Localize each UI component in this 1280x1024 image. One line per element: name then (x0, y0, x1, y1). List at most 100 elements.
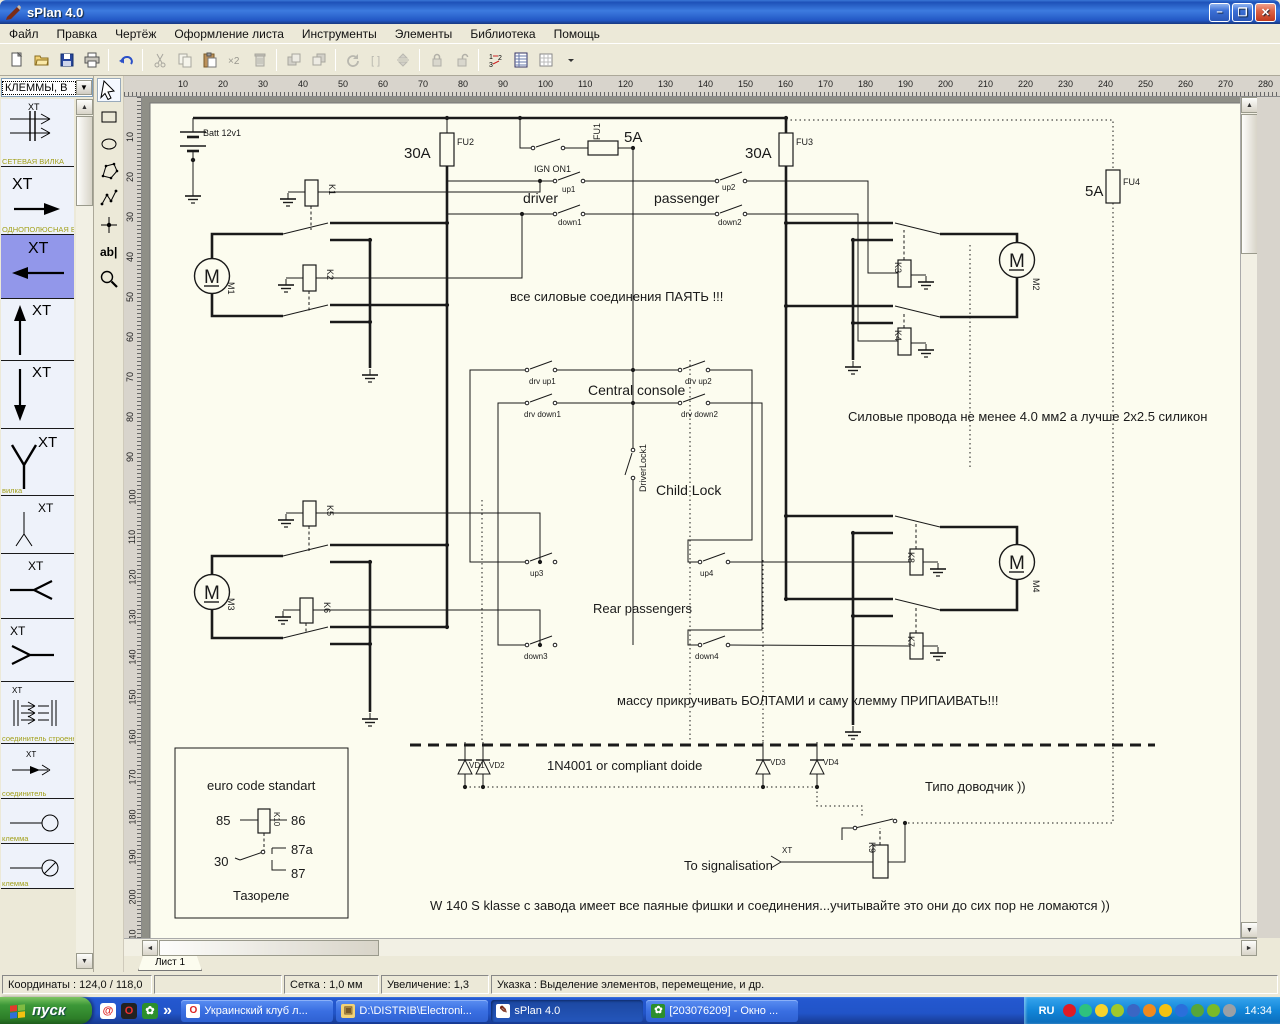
menu-item-4[interactable]: Оформление листа (165, 25, 293, 43)
windows-tray[interactable] (1127, 1004, 1140, 1017)
text-tool[interactable]: ab| (97, 240, 121, 264)
copy-button[interactable] (172, 48, 197, 72)
task-button-opera[interactable]: OУкраинский клуб л... (181, 1000, 333, 1022)
library-item-fork-small[interactable]: XT (1, 496, 74, 554)
library-item-terminal-circle[interactable]: клемма (1, 799, 74, 844)
toolbar: ×2 [ ] 123 (0, 44, 1280, 76)
rectangle-tool[interactable] (97, 105, 121, 129)
delete-button[interactable] (247, 48, 272, 72)
task-button-folder[interactable]: ▣D:\DISTRIB\Electroni... (336, 1000, 488, 1022)
opera-tray[interactable] (1063, 1004, 1076, 1017)
duplicate-button[interactable]: ×2 (222, 48, 247, 72)
close-button[interactable]: ✕ (1255, 3, 1276, 22)
scroll-down-icon[interactable]: ▼ (76, 953, 93, 969)
scroll-thumb[interactable] (1241, 114, 1258, 254)
print-button[interactable] (79, 48, 104, 72)
library-item-arrow-down[interactable]: XT (1, 361, 74, 429)
open-button[interactable] (29, 48, 54, 72)
quick-launch-overflow[interactable]: » (163, 1002, 172, 1020)
task-button-splan[interactable]: ✎sPlan 4.0 (491, 1000, 643, 1022)
scroll-thumb[interactable] (76, 116, 93, 206)
update-tray[interactable] (1207, 1004, 1220, 1017)
scroll-down-icon[interactable]: ▼ (1241, 922, 1258, 938)
chevron-down-icon[interactable]: ▼ (76, 80, 92, 95)
library-item-arrow-right[interactable]: XTОДНОПОЛЮСНАЯ ВИЛКА (1, 167, 74, 235)
cut-button[interactable] (147, 48, 172, 72)
mailru-agent-icon[interactable]: @ (100, 1003, 116, 1019)
node-tool[interactable] (97, 213, 121, 237)
library-selector[interactable]: КЛЕММЫ, В ▼ (1, 78, 93, 97)
paste-button[interactable] (197, 48, 222, 72)
schematic-canvas[interactable]: MMMMBatt 12v130AFU2IGN ON1FU15Adriverup1… (142, 97, 1240, 938)
library-scrollbar[interactable]: ▲ ▼ (76, 99, 93, 969)
caret-button[interactable] (558, 48, 583, 72)
mirror-v-button[interactable] (390, 48, 415, 72)
undo-button[interactable] (113, 48, 138, 72)
minimize-button[interactable]: – (1209, 3, 1230, 22)
fork-left-icon: XT (1, 554, 73, 617)
vertical-scrollbar[interactable]: ▲ ▼ (1240, 97, 1257, 938)
library-item-connector[interactable]: XTсоединитель (1, 744, 74, 799)
icq-quicklaunch-icon[interactable]: ✿ (142, 1003, 158, 1019)
icq-tray[interactable] (1095, 1004, 1108, 1017)
scroll-left-icon[interactable]: ◄ (142, 940, 158, 956)
power-tray[interactable] (1159, 1004, 1172, 1017)
zoom-tool-tool[interactable] (97, 267, 121, 291)
library-item-terminal-crossed[interactable]: клемма (1, 844, 74, 889)
library-item-triple-connector[interactable]: XTсоединитель строенный (1, 682, 74, 744)
library-item-arrow-left[interactable]: XT (1, 235, 74, 299)
library-item-net-plug[interactable]: XTСЕТЕВАЯ ВИЛКА (1, 99, 74, 167)
cursor-tool[interactable] (97, 78, 121, 102)
mirror-h-button[interactable]: [ ] (365, 48, 390, 72)
lock-icon (429, 52, 445, 68)
svg-text:IGN ON1: IGN ON1 (534, 164, 571, 174)
scroll-up-icon[interactable]: ▲ (1241, 97, 1258, 113)
new-button[interactable] (4, 48, 29, 72)
parts-list-button[interactable] (508, 48, 533, 72)
menu-item-5[interactable]: Инструменты (293, 25, 386, 43)
svg-text:Central console: Central console (588, 382, 685, 398)
renumber-button[interactable]: 123 (483, 48, 508, 72)
horizontal-scrollbar[interactable]: ◄ ► (124, 938, 1257, 956)
svg-text:FU2: FU2 (457, 137, 474, 147)
library-item-fork-up[interactable]: XTвилка (1, 429, 74, 496)
save-button[interactable] (54, 48, 79, 72)
lock-button[interactable] (424, 48, 449, 72)
scroll-right-icon[interactable]: ► (1241, 940, 1257, 956)
messenger-tray[interactable] (1079, 1004, 1092, 1017)
send-back-button[interactable] (306, 48, 331, 72)
opera-quicklaunch-icon[interactable]: O (121, 1003, 137, 1019)
task-button-icq[interactable]: ✿[203076209] - Окно ... (646, 1000, 798, 1022)
menu-item-3[interactable]: Чертёж (106, 25, 165, 43)
menu-item-2[interactable]: Правка (48, 25, 107, 43)
scroll-thumb[interactable] (159, 940, 379, 956)
rotate-button[interactable] (340, 48, 365, 72)
menu-item-1[interactable]: Файл (0, 25, 48, 43)
scroll-up-icon[interactable]: ▲ (76, 99, 93, 115)
bluetooth-tray[interactable] (1175, 1004, 1188, 1017)
sheet-tab[interactable]: Лист 1 (138, 956, 202, 971)
grid-button[interactable] (533, 48, 558, 72)
restore-button[interactable]: ❐ (1232, 3, 1253, 22)
antivirus-tray[interactable] (1191, 1004, 1204, 1017)
library-item-fork-left[interactable]: XT (1, 554, 74, 619)
start-button[interactable]: пуск (0, 997, 92, 1024)
svg-text:массу прикручивать БОЛТАМИ и с: массу прикручивать БОЛТАМИ и саму клемму… (617, 693, 999, 708)
bring-front-button[interactable] (281, 48, 306, 72)
smiley-tray[interactable] (1111, 1004, 1124, 1017)
polyline-tool[interactable] (97, 186, 121, 210)
polygon-tool[interactable] (97, 159, 121, 183)
library-item-fork-right[interactable]: XT (1, 619, 74, 682)
ellipse-tool[interactable] (97, 132, 121, 156)
menu-item-8[interactable]: Помощь (545, 25, 609, 43)
menu-item-7[interactable]: Библиотека (461, 25, 544, 43)
svg-text:M3: M3 (226, 598, 236, 611)
language-indicator[interactable]: RU (1034, 1004, 1060, 1018)
unlock-button[interactable] (449, 48, 474, 72)
menu-item-6[interactable]: Элементы (386, 25, 462, 43)
svg-text:K7: K7 (906, 636, 916, 647)
gear-tray[interactable] (1143, 1004, 1156, 1017)
library-item-arrow-up[interactable]: XT (1, 299, 74, 361)
clock-tray[interactable] (1223, 1004, 1236, 1017)
svg-text:XT: XT (28, 559, 44, 573)
